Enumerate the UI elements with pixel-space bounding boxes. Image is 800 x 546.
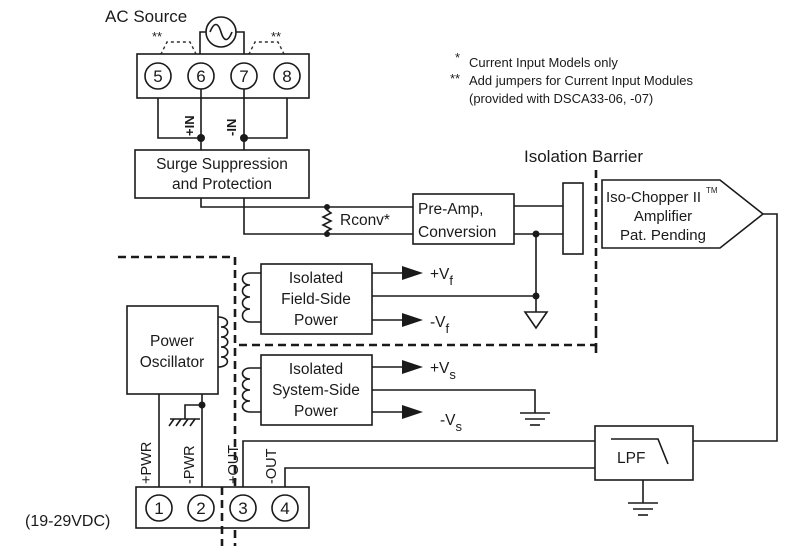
terminal-4: 4 xyxy=(271,494,299,522)
field-pos-rail: +Vf xyxy=(430,266,453,288)
lpf-ground-icon xyxy=(628,502,658,516)
note2-marker: ** xyxy=(450,71,460,86)
field-power-line-2: Field-Side xyxy=(281,291,351,308)
signal-conditioner-block-diagram: AC Source ** ** 5 6 7 8 +IN -IN Surge Su… xyxy=(25,7,778,546)
power-oscillator-block xyxy=(126,305,219,395)
terminal-3: 3 xyxy=(229,494,257,522)
isolation-barrier-label: Isolation Barrier xyxy=(524,147,643,166)
terminal-7: 7 xyxy=(230,62,258,90)
terminal-5: 5 xyxy=(144,62,172,90)
pwr-plus-label: +PWR xyxy=(139,442,155,484)
svg-text:6: 6 xyxy=(196,67,205,86)
system-transformer-coil-icon xyxy=(241,367,261,413)
note2-text: Add jumpers for Current Input Modules xyxy=(469,73,693,88)
surge-line-1: Surge Suppression xyxy=(156,156,288,173)
chopper-tm: TM xyxy=(706,186,718,195)
sys-pos-rail: +Vs xyxy=(430,360,456,382)
note3-text: (provided with DSCA33-06, -07) xyxy=(469,91,653,106)
oscillator-line-2: Oscillator xyxy=(140,354,205,371)
svg-text:1: 1 xyxy=(154,499,163,518)
preamp-line-1: Pre-Amp, xyxy=(418,201,483,218)
lpf-label: LPF xyxy=(617,450,645,467)
svg-text:8: 8 xyxy=(282,67,291,86)
oscillator-coil-icon xyxy=(217,316,229,368)
chopper-line-3: Pat. Pending xyxy=(620,227,706,244)
svg-text:2: 2 xyxy=(196,499,205,518)
out-minus-label: -OUT xyxy=(264,448,280,484)
terminal-2: 2 xyxy=(187,494,215,522)
field-power-line-1: Isolated xyxy=(289,270,343,287)
note1-text: Current Input Models only xyxy=(469,55,618,70)
arrow-icon xyxy=(402,405,423,419)
ac-source-label: AC Source xyxy=(105,7,187,26)
preamp-line-2: Conversion xyxy=(418,224,496,241)
surge-line-2: and Protection xyxy=(172,176,272,193)
arrow-icon xyxy=(402,266,423,280)
minus-in-label: -IN xyxy=(224,119,239,136)
note1-marker: * xyxy=(455,50,460,65)
svg-text:5: 5 xyxy=(153,67,162,86)
jumper-mark-left: ** xyxy=(152,29,162,44)
chopper-line-2: Amplifier xyxy=(634,208,692,225)
svg-text:3: 3 xyxy=(238,499,247,518)
isolation-coupler xyxy=(562,182,584,255)
field-power-line-3: Power xyxy=(294,312,338,329)
terminal-6: 6 xyxy=(187,62,215,90)
supply-range-label: (19-29VDC) xyxy=(25,513,110,530)
field-transformer-coil-icon xyxy=(241,272,261,323)
chopper-line-1: Iso-Chopper II xyxy=(606,189,701,206)
terminal-8: 8 xyxy=(273,62,301,90)
rconv-label: Rconv* xyxy=(340,212,390,229)
terminal-1: 1 xyxy=(145,494,173,522)
system-ground-icon xyxy=(520,412,550,426)
out-plus-label: +OUT xyxy=(226,445,242,484)
plus-in-label: +IN xyxy=(182,115,197,136)
footnotes: * Current Input Models only ** Add jumpe… xyxy=(450,50,693,106)
system-power-line-2: System-Side xyxy=(272,382,360,399)
svg-text:7: 7 xyxy=(239,67,248,86)
arrow-icon xyxy=(402,360,423,374)
sys-neg-rail: -Vs xyxy=(440,412,463,434)
field-neg-rail: -Vf xyxy=(430,314,450,336)
chassis-ground-icon xyxy=(168,418,200,427)
svg-text:4: 4 xyxy=(280,499,289,518)
oscillator-line-1: Power xyxy=(150,333,194,350)
pwr-minus-label: -PWR xyxy=(182,445,198,484)
system-power-line-1: Isolated xyxy=(289,361,343,378)
resistor-icon xyxy=(321,207,333,234)
field-ground-icon xyxy=(523,311,549,330)
arrow-icon xyxy=(402,313,423,327)
system-power-line-3: Power xyxy=(294,403,338,420)
